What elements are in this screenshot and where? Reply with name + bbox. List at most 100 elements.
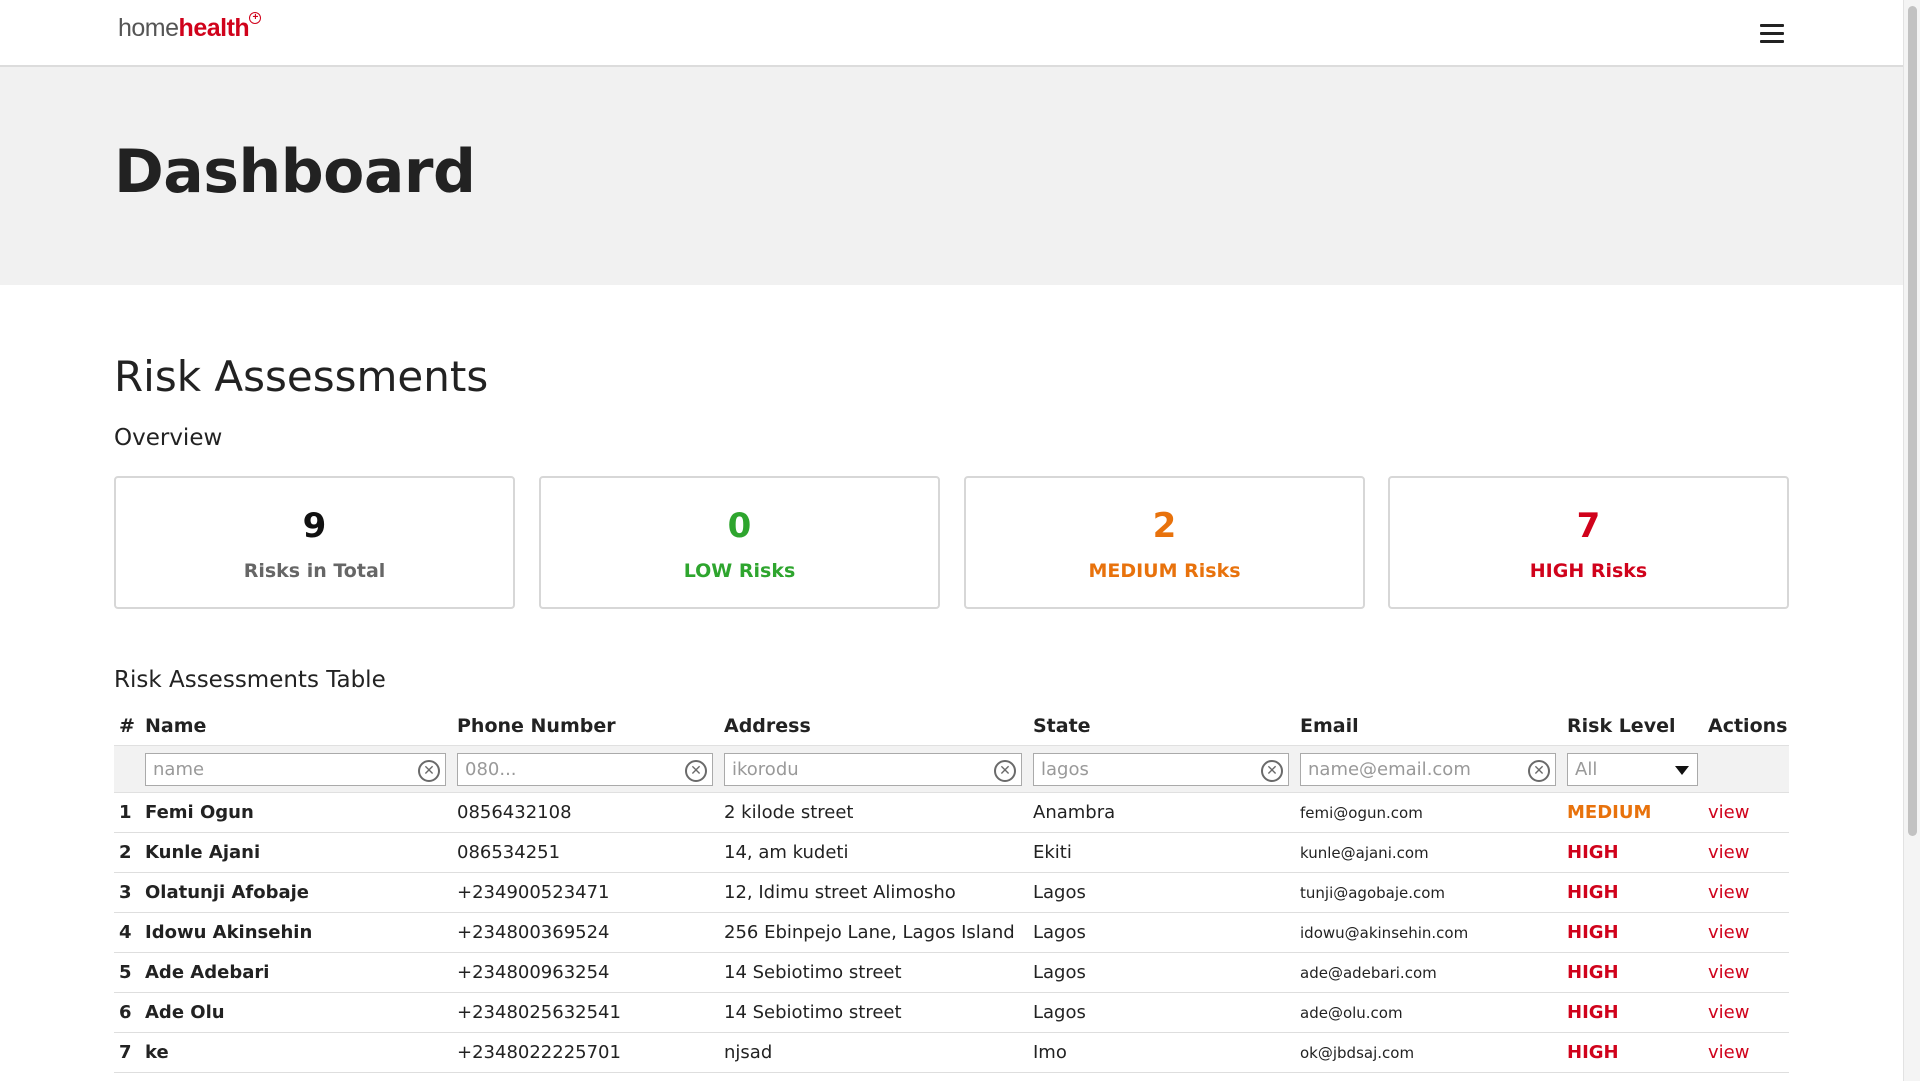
row-index: 5 (119, 962, 132, 983)
row-state: Lagos (1033, 922, 1086, 943)
view-link[interactable]: view (1708, 1033, 1749, 1072)
view-link[interactable]: view (1708, 953, 1749, 992)
table-row: 4 Idowu Akinsehin +234800369524 256 Ebin… (114, 913, 1789, 953)
row-index: 2 (119, 842, 132, 863)
row-state: Lagos (1033, 962, 1086, 983)
page-title: Dashboard (114, 137, 476, 207)
header-index: # (119, 715, 135, 737)
row-phone: +234800369524 (457, 922, 610, 943)
homehealth-logo[interactable]: homehealth + (118, 12, 262, 43)
clear-icon[interactable]: ✕ (418, 760, 440, 782)
card-value: 2 (1152, 506, 1177, 546)
row-email: ade@olu.com (1300, 1003, 1403, 1022)
row-risk-level: HIGH (1567, 1042, 1619, 1063)
row-email: tunji@agobaje.com (1300, 883, 1446, 902)
row-name: Femi Ogun (145, 802, 254, 823)
row-state: Ekiti (1033, 842, 1072, 863)
table-row: 7 ke +2348022225701 njsad Imo ok@jbdsaj.… (114, 1033, 1789, 1073)
header-name[interactable]: Name (145, 707, 206, 745)
row-phone: +234900523471 (457, 882, 610, 903)
email-filter-placeholder: name@email.com (1308, 759, 1471, 780)
row-address: 14, am kudeti (724, 842, 849, 863)
view-link[interactable]: view (1708, 833, 1749, 872)
logo-home-text: home (118, 14, 179, 42)
header-address[interactable]: Address (724, 707, 811, 745)
row-name: Olatunji Afobaje (145, 882, 309, 903)
row-name: Idowu Akinsehin (145, 922, 313, 943)
card-label: HIGH Risks (1529, 560, 1648, 582)
table-title: Risk Assessments Table (114, 667, 386, 693)
row-address: 2 kilode street (724, 802, 854, 823)
clear-icon[interactable]: ✕ (994, 760, 1016, 782)
row-index: 6 (119, 1002, 132, 1023)
row-index: 7 (119, 1042, 132, 1063)
row-name: Ade Olu (145, 1002, 225, 1023)
row-index: 3 (119, 882, 132, 903)
row-phone: +234800963254 (457, 962, 610, 983)
header-actions: Actions (1708, 715, 1788, 737)
row-name: Ade Adebari (145, 962, 270, 983)
view-link[interactable]: view (1708, 913, 1749, 952)
risk-level-select[interactable]: All (1567, 753, 1698, 786)
row-address: 12, Idimu street Alimosho (724, 882, 956, 903)
row-phone: 086534251 (457, 842, 561, 863)
clear-icon[interactable]: ✕ (1528, 760, 1550, 782)
header-state[interactable]: State (1033, 707, 1091, 745)
row-risk-level: HIGH (1567, 962, 1619, 983)
phone-filter-placeholder: 080... (465, 759, 517, 780)
row-phone: 0856432108 (457, 802, 572, 823)
table-row: 5 Ade Adebari +234800963254 14 Sebiotimo… (114, 953, 1789, 993)
header-risk-level[interactable]: Risk Level (1567, 707, 1675, 745)
clear-icon[interactable]: ✕ (1261, 760, 1283, 782)
view-link[interactable]: view (1708, 993, 1749, 1032)
table-filter-row: name ✕ 080... ✕ ikorodu ✕ lagos ✕ name@e… (114, 745, 1789, 793)
row-index: 1 (119, 802, 132, 823)
scrollbar-thumb[interactable] (1908, 6, 1917, 836)
row-state: Lagos (1033, 882, 1086, 903)
card-label: Risks in Total (243, 560, 386, 582)
row-email: ok@jbdsaj.com (1300, 1043, 1415, 1062)
card-value: 7 (1576, 506, 1601, 546)
table-row: 6 Ade Olu +2348025632541 14 Sebiotimo st… (114, 993, 1789, 1033)
header-phone[interactable]: Phone Number (457, 707, 616, 745)
row-state: Imo (1033, 1042, 1067, 1063)
header-email[interactable]: Email (1300, 707, 1359, 745)
state-filter-input[interactable]: lagos ✕ (1033, 753, 1289, 786)
card-high-risks: 7 HIGH Risks (1388, 476, 1789, 609)
card-low-risks: 0 LOW Risks (539, 476, 940, 609)
row-phone: +2348022225701 (457, 1042, 621, 1063)
phone-filter-input[interactable]: 080... ✕ (457, 753, 713, 786)
row-name: Kunle Ajani (145, 842, 261, 863)
row-email: femi@ogun.com (1300, 803, 1423, 822)
row-email: kunle@ajani.com (1300, 843, 1429, 862)
address-filter-input[interactable]: ikorodu ✕ (724, 753, 1022, 786)
view-link[interactable]: view (1708, 873, 1749, 912)
hamburger-menu-icon[interactable] (1760, 24, 1784, 46)
row-address: 256 Ebinpejo Lane, Lagos Island (724, 922, 1015, 943)
table-row: 3 Olatunji Afobaje +234900523471 12, Idi… (114, 873, 1789, 913)
row-state: Anambra (1033, 802, 1116, 823)
vertical-scrollbar[interactable] (1903, 0, 1920, 1081)
row-risk-level: HIGH (1567, 922, 1619, 943)
row-name: ke (145, 1042, 169, 1063)
name-filter-placeholder: name (153, 759, 205, 780)
row-address: 14 Sebiotimo street (724, 1002, 902, 1023)
name-filter-input[interactable]: name ✕ (145, 753, 446, 786)
email-filter-input[interactable]: name@email.com ✕ (1300, 753, 1556, 786)
address-filter-placeholder: ikorodu (732, 759, 799, 780)
table-row: 2 Kunle Ajani 086534251 14, am kudeti Ek… (114, 833, 1789, 873)
card-total-risks: 9 Risks in Total (114, 476, 515, 609)
row-index: 4 (119, 922, 132, 943)
card-medium-risks: 2 MEDIUM Risks (964, 476, 1365, 609)
row-risk-level: HIGH (1567, 842, 1619, 863)
view-link[interactable]: view (1708, 793, 1749, 832)
clear-icon[interactable]: ✕ (685, 760, 707, 782)
table-header-row: # Name Phone Number Address State Email … (114, 707, 1789, 745)
row-address: 14 Sebiotimo street (724, 962, 902, 983)
card-value: 9 (302, 506, 327, 546)
row-state: Lagos (1033, 1002, 1086, 1023)
row-address: njsad (724, 1042, 773, 1063)
row-risk-level: HIGH (1567, 1002, 1619, 1023)
row-email: idowu@akinsehin.com (1300, 923, 1469, 942)
row-risk-level: MEDIUM (1567, 802, 1652, 823)
